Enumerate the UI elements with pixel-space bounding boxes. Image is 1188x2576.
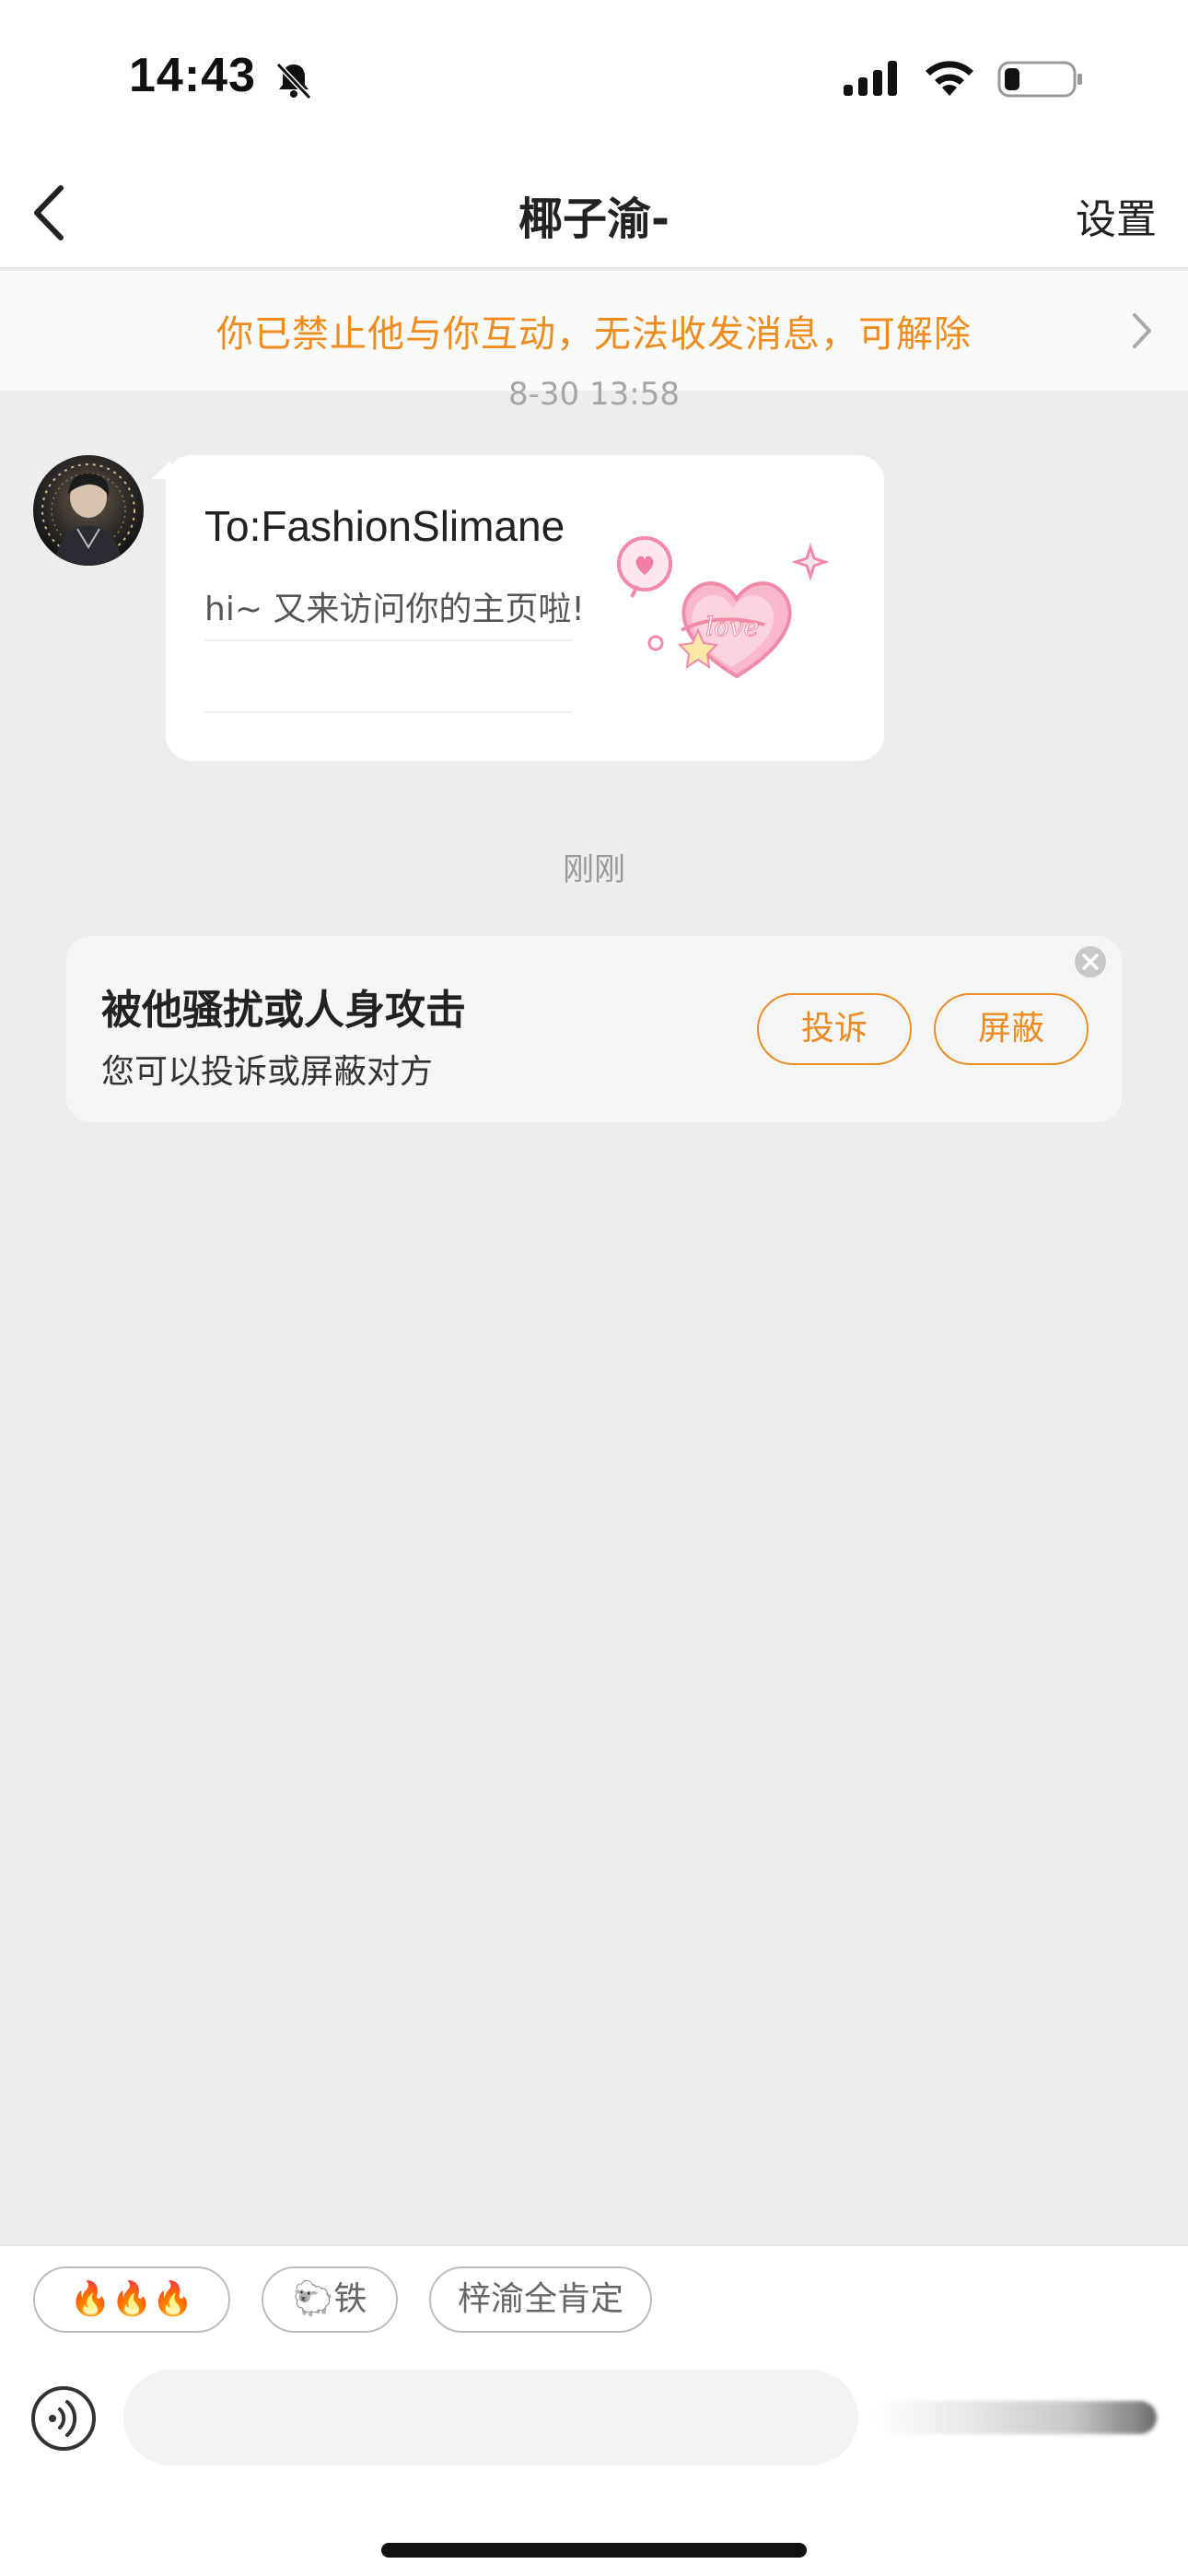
- status-bar: 14:43: [0, 0, 1188, 157]
- nav-bar: 椰子渝- 设置: [0, 157, 1188, 269]
- card-divider: [204, 639, 573, 641]
- block-banner[interactable]: 你已禁止他与你互动，无法收发消息，可解除: [0, 271, 1188, 391]
- message-timestamp: 刚刚: [563, 851, 625, 888]
- harassment-description: 您可以投诉或屏蔽对方: [101, 1053, 434, 1091]
- wifi-icon: [926, 61, 973, 96]
- message-timestamp: 8-30 13:58: [508, 376, 680, 409]
- card-subtitle: hi~ 又来访问你的主页啦!: [204, 591, 585, 628]
- block-button[interactable]: 屏蔽: [934, 993, 1089, 1065]
- banner-text: 你已禁止他与你互动，无法收发消息，可解除: [216, 313, 972, 356]
- home-indicator: [381, 2543, 807, 2558]
- voice-icon[interactable]: [29, 2384, 98, 2453]
- quick-reply-chip[interactable]: 🔥🔥🔥: [33, 2266, 230, 2333]
- card-title: To:FashionSlimane: [204, 502, 565, 550]
- harassment-notice-card: 被他骚扰或人身攻击 您可以投诉或屏蔽对方 投诉 屏蔽: [66, 936, 1122, 1122]
- close-icon[interactable]: [1072, 943, 1109, 980]
- bell-slash-icon: [275, 62, 312, 100]
- status-time: 14:43: [129, 49, 256, 102]
- page-title: 椰子渝-: [518, 193, 670, 245]
- signal-icon: [844, 61, 897, 96]
- input-bar: 🔥🔥🔥 🐑铁 梓渝全肯定: [0, 2244, 1188, 2576]
- message-input[interactable]: [123, 2370, 858, 2465]
- harassment-title: 被他骚扰或人身攻击: [101, 987, 466, 1034]
- battery-icon: [997, 61, 1082, 98]
- quick-reply-chip[interactable]: 🐑铁: [262, 2266, 398, 2333]
- send-area[interactable]: [875, 2401, 1157, 2434]
- avatar[interactable]: [33, 455, 144, 566]
- report-button[interactable]: 投诉: [757, 993, 912, 1065]
- chevron-right-icon: [1133, 313, 1151, 348]
- message-card[interactable]: To:FashionSlimane hi~ 又来访问你的主页啦! love: [166, 455, 884, 761]
- love-heart-sticker: love: [617, 536, 830, 679]
- quick-reply-chip[interactable]: 梓渝全肯定: [429, 2266, 652, 2333]
- svg-text:love: love: [705, 612, 759, 642]
- card-divider: [204, 711, 573, 713]
- settings-button[interactable]: 设置: [1076, 186, 1157, 245]
